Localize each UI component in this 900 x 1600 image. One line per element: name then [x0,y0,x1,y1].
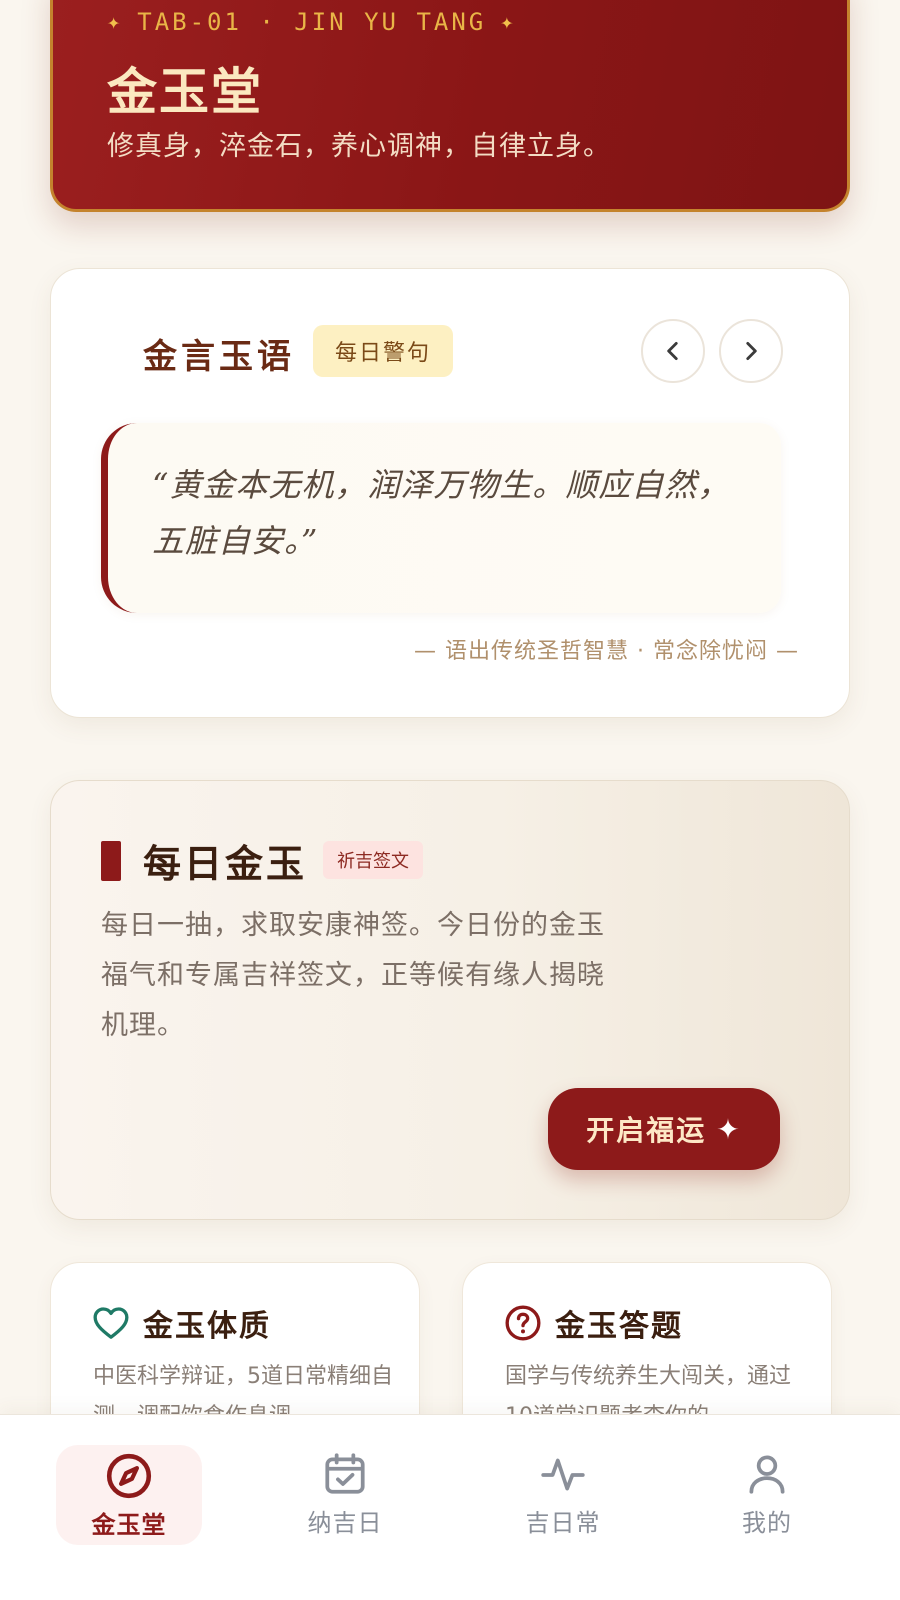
question-icon [505,1305,541,1341]
daily-card-title: 每日金玉 [143,841,308,886]
calendar-check-icon [325,1453,365,1494]
nav-item-profile[interactable]: 我的 [692,1443,842,1543]
next-quote-button[interactable] [719,319,783,383]
open-fortune-button[interactable]: 开启福运 ✦ [548,1088,780,1170]
daily-fortune-card: 每日金玉 祈吉签文 每日一抽，求取安康神签。今日份的金玉福气和专属吉祥签文，正等… [50,780,850,1220]
quote-card-title: 金言玉语 [143,337,295,377]
constitution-card-title: 金玉体质 [143,1309,271,1344]
sparkle-icon: ✦ [500,9,517,35]
hero-banner: ✦ TAB-01 · JIN YU TANG ✦ 金玉堂 修真身，淬金石，养心调… [50,0,850,212]
chevron-right-icon [746,342,757,360]
quote-box: “黄金本无机，润泽万物生。顺应自然，五脏自安。” [101,423,781,613]
nav-item-jinyutang[interactable]: 金玉堂 [56,1445,202,1545]
quote-card-badge: 每日警句 [313,325,454,377]
hero-title: 金玉堂 [107,62,263,121]
chevron-left-icon [667,342,678,360]
nav-label: 纳吉日 [307,1509,383,1537]
bottom-nav: 金玉堂 纳吉日 吉日常 我的 [0,1414,900,1600]
daily-card-badge: 祈吉签文 [323,841,423,879]
quiz-card-title: 金玉答题 [555,1309,683,1344]
open-fortune-button-label: 开启福运 [586,1114,707,1147]
nav-item-jirichang[interactable]: 吉日常 [488,1443,638,1543]
hero-tag: TAB-01 · JIN YU TANG [137,8,487,36]
quote-card: 金言玉语 每日警句 “黄金本无机，润泽万物生。顺应自然，五脏自安。” — 语出传… [50,268,850,718]
page: ✦ TAB-01 · JIN YU TANG ✦ 金玉堂 修真身，淬金石，养心调… [0,0,900,1600]
nav-item-najiri[interactable]: 纳吉日 [270,1443,420,1543]
daily-card-description: 每日一抽，求取安康神签。今日份的金玉福气和专属吉祥签文，正等候有缘人揭晓机理。 [101,910,605,1041]
sparkle-icon: ✦ [107,9,124,35]
sparkle-icon: ✦ [716,1112,742,1146]
nav-label: 我的 [742,1509,792,1537]
nav-label: 吉日常 [525,1509,601,1537]
nav-label: 金玉堂 [91,1511,167,1539]
pulse-icon [541,1458,585,1491]
quote-source: — 语出传统圣哲智慧 · 常念除忧闷 — [414,639,799,664]
hero-subtitle: 修真身，淬金石，养心调神，自律立身。 [107,131,611,162]
heart-icon [93,1307,129,1339]
previous-quote-button[interactable] [641,319,705,383]
quote-text: “黄金本无机，润泽万物生。顺应自然，五脏自安。” [152,466,731,560]
user-icon [749,1455,785,1494]
compass-icon [106,1453,152,1499]
hero-tag-row: ✦ TAB-01 · JIN YU TANG ✦ [107,8,516,36]
title-accent-bar [101,841,121,881]
